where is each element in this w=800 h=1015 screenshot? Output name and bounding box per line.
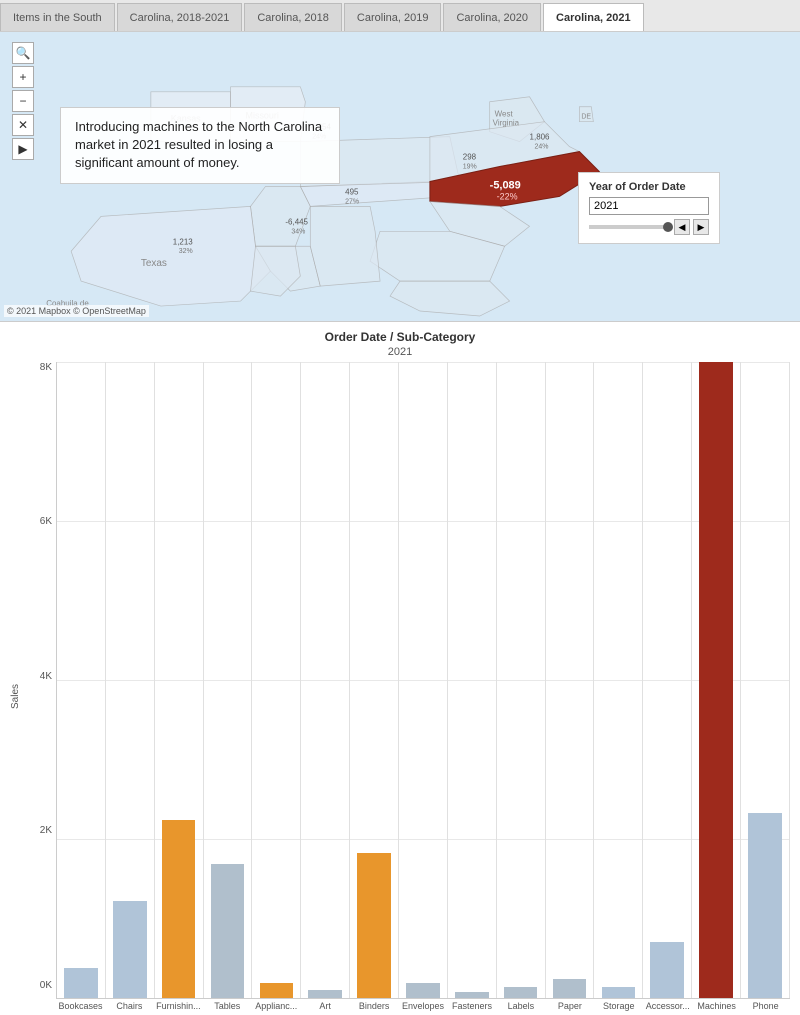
bars-container [56, 362, 790, 999]
prev-year-button[interactable]: ◀ [674, 219, 690, 235]
x-label: Fasteners [448, 999, 497, 1011]
bar [650, 942, 684, 997]
map-section: Kansas Missouri West Virginia DE -5,089 … [0, 32, 800, 322]
bar-group[interactable] [741, 362, 790, 998]
bar [357, 853, 391, 997]
svg-text:1,806: 1,806 [530, 133, 551, 142]
svg-text:298: 298 [463, 153, 477, 162]
chart-area: Sales 8K 6K 4K 2K 0K BookcasesChairsFurnishi… [10, 362, 790, 1011]
bar [308, 990, 342, 997]
x-label: Storage [594, 999, 643, 1011]
bar-group[interactable] [57, 362, 106, 998]
x-label: Machines [692, 999, 741, 1011]
bar-group[interactable] [301, 362, 350, 998]
annotation-box: Introducing machines to the North Caroli… [60, 107, 340, 184]
y-tick: 0K [40, 980, 52, 991]
tool-button[interactable]: ✕ [12, 114, 34, 136]
bar [406, 983, 440, 998]
tab-carolina--2018-2021[interactable]: Carolina, 2018-2021 [117, 3, 243, 31]
x-label: Art [301, 999, 350, 1011]
slider-row: ◀ ▶ [589, 219, 709, 235]
svg-text:27%: 27% [345, 198, 359, 205]
svg-text:24%: 24% [535, 144, 549, 151]
next-year-button[interactable]: ▶ [693, 219, 709, 235]
bar [504, 987, 538, 998]
svg-text:34%: 34% [291, 228, 305, 235]
x-label: Paper [545, 999, 594, 1011]
bar-group[interactable] [155, 362, 204, 998]
svg-text:32%: 32% [179, 248, 193, 255]
y-axis: 8K 6K 4K 2K 0K [24, 362, 56, 1011]
tabs-bar: Items in the SouthCarolina, 2018-2021Car… [0, 0, 800, 32]
bar [64, 968, 98, 998]
tab-carolina--2021[interactable]: Carolina, 2021 [543, 3, 644, 31]
chart-title: Order Date / Sub-Category [10, 330, 790, 346]
svg-text:19%: 19% [463, 164, 477, 171]
map-copyright: © 2021 Mapbox © OpenStreetMap [4, 305, 149, 317]
y-tick: 6K [40, 516, 52, 527]
tab-carolina--2019[interactable]: Carolina, 2019 [344, 3, 442, 31]
year-filter: Year of Order Date ◀ ▶ [578, 172, 720, 244]
svg-text:-5,089: -5,089 [490, 179, 521, 191]
x-label: Bookcases [56, 999, 105, 1011]
x-label: Phone [741, 999, 790, 1011]
x-label: Envelopes [399, 999, 448, 1011]
tab-carolina--2018[interactable]: Carolina, 2018 [244, 3, 342, 31]
svg-text:West: West [495, 110, 514, 119]
zoom-out-button[interactable]: − [12, 90, 34, 112]
tab-items-in-the-south[interactable]: Items in the South [0, 3, 115, 31]
svg-text:495: 495 [345, 187, 359, 196]
x-label: Chairs [105, 999, 154, 1011]
bar-group[interactable] [497, 362, 546, 998]
x-label: Applianc... [252, 999, 301, 1011]
bar [553, 979, 587, 997]
chart-subtitle: 2021 [10, 346, 790, 358]
chart-section: Order Date / Sub-Category 2021 Sales 8K 6… [0, 322, 800, 1015]
bar-group[interactable] [643, 362, 692, 998]
search-button[interactable]: 🔍 [12, 42, 34, 64]
svg-text:-22%: -22% [497, 191, 518, 201]
x-label: Labels [496, 999, 545, 1011]
bar-group[interactable] [204, 362, 253, 998]
map-controls: 🔍 + − ✕ ▶ [12, 42, 34, 160]
chart-inner: BookcasesChairsFurnishin...TablesApplian… [56, 362, 790, 1011]
bar-group[interactable] [546, 362, 595, 998]
tab-carolina--2020[interactable]: Carolina, 2020 [443, 3, 541, 31]
x-label: Furnishin... [154, 999, 203, 1011]
year-filter-label: Year of Order Date [589, 181, 709, 193]
zoom-in-button[interactable]: + [12, 66, 34, 88]
bar-group[interactable] [252, 362, 301, 998]
bar-group[interactable] [399, 362, 448, 998]
bar [113, 901, 147, 997]
svg-text:1,213: 1,213 [173, 237, 194, 246]
svg-text:Texas: Texas [141, 258, 167, 269]
bar [455, 992, 489, 998]
y-tick: 8K [40, 362, 52, 373]
x-label: Binders [350, 999, 399, 1011]
x-label: Accessor... [643, 999, 692, 1011]
y-axis-label: Sales [10, 362, 24, 1011]
svg-text:DE: DE [581, 114, 591, 121]
slider-track[interactable] [589, 225, 671, 229]
bar [162, 820, 196, 997]
bar [602, 987, 636, 998]
svg-text:-6,445: -6,445 [285, 217, 308, 226]
bar-group[interactable] [106, 362, 155, 998]
annotation-text: Introducing machines to the North Caroli… [75, 119, 322, 170]
bar-group[interactable] [594, 362, 643, 998]
x-labels: BookcasesChairsFurnishin...TablesApplian… [56, 999, 790, 1011]
pan-button[interactable]: ▶ [12, 138, 34, 160]
bar [211, 864, 245, 997]
y-tick: 2K [40, 825, 52, 836]
bar-group[interactable] [692, 362, 741, 998]
bar [748, 813, 782, 998]
y-tick: 4K [40, 671, 52, 682]
year-input[interactable] [589, 197, 709, 215]
bar-group[interactable] [448, 362, 497, 998]
bar [260, 983, 294, 998]
bar-group[interactable] [350, 362, 399, 998]
x-label: Tables [203, 999, 252, 1011]
bar [699, 362, 733, 998]
